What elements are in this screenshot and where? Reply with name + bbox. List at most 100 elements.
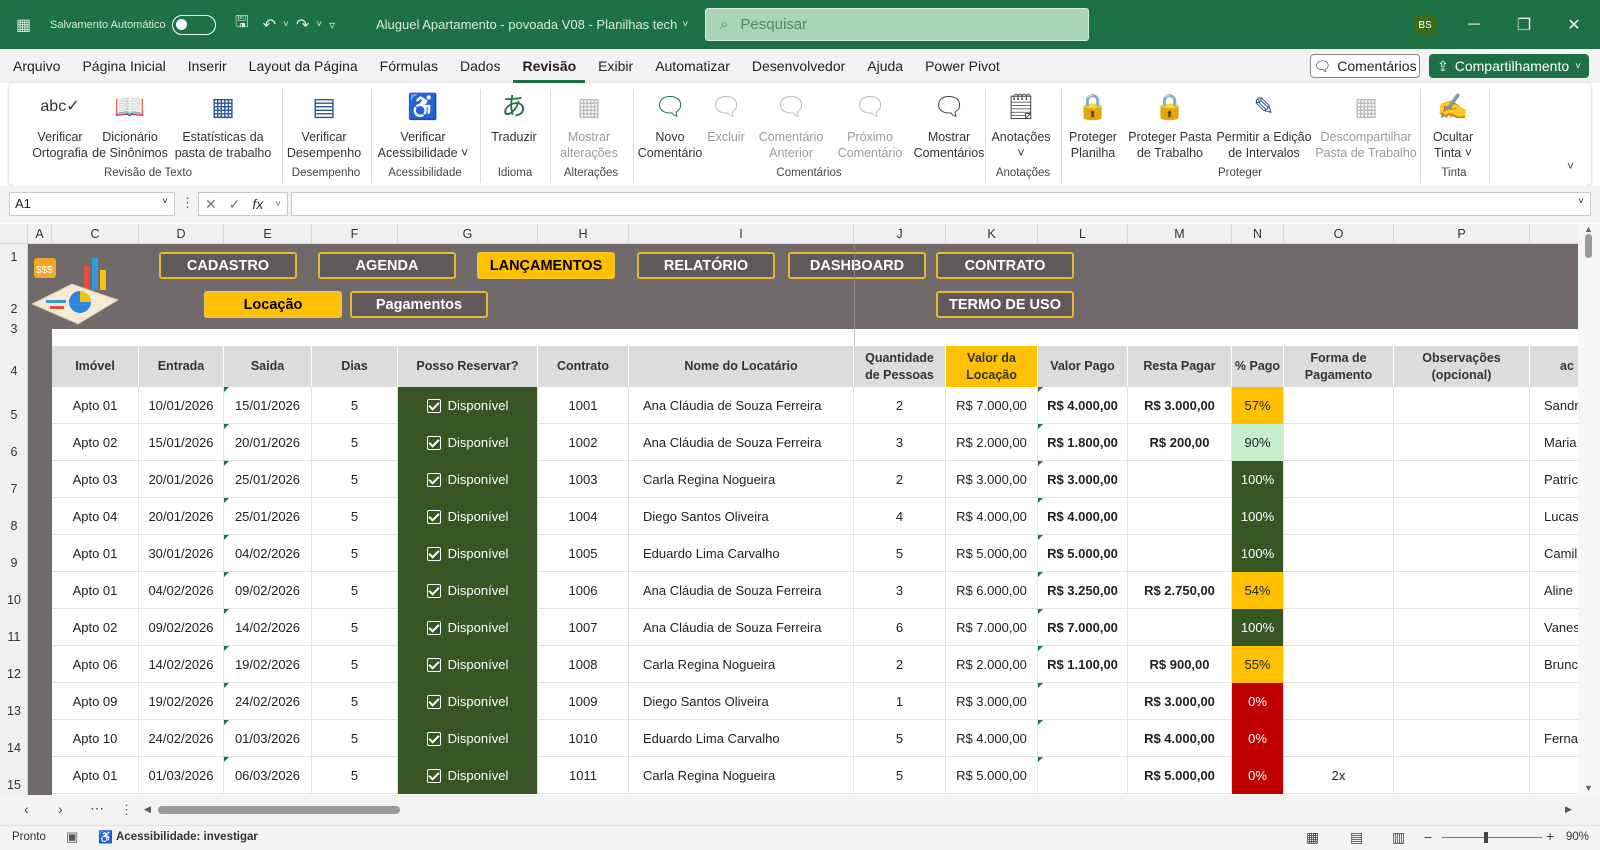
show-comments-button[interactable]: 🗨 Mostrar Comentários [907, 87, 991, 161]
cell-pessoas[interactable]: 1 [854, 683, 946, 720]
cell-reservar[interactable]: Disponível [398, 461, 538, 498]
cell-forma[interactable] [1284, 720, 1394, 757]
cell-reservar[interactable]: Disponível [398, 535, 538, 572]
col-header-p[interactable]: P [1394, 224, 1530, 244]
cell-pessoas[interactable]: 5 [854, 720, 946, 757]
split-handle-icon[interactable]: ⋮ [120, 802, 133, 818]
zoom-level[interactable]: 90% [1566, 831, 1589, 843]
cell-extra[interactable]: Vanes [1530, 609, 1578, 646]
cell-forma[interactable] [1284, 461, 1394, 498]
col-header-j[interactable]: J [854, 224, 946, 244]
cell-obs[interactable] [1394, 572, 1530, 609]
unshare-workbook-button[interactable]: ▦ Descompartilhar Pasta de Trabalho [1315, 87, 1417, 161]
cell-contrato[interactable]: 1007 [538, 609, 629, 646]
cell-resta[interactable]: R$ 4.000,00 [1128, 720, 1232, 757]
cell-pago[interactable]: R$ 4.000,00 [1038, 498, 1128, 535]
cell-pct[interactable]: 100% [1232, 498, 1284, 535]
zoom-in-icon[interactable]: + [1546, 828, 1554, 844]
zoom-slider[interactable] [1442, 837, 1542, 838]
cell-valor[interactable]: R$ 7.000,00 [946, 387, 1038, 424]
cell-pessoas[interactable]: 6 [854, 609, 946, 646]
delete-comment-button[interactable]: 🗨 Excluir [706, 87, 746, 145]
menu-desenvolvedor[interactable]: Desenvolvedor [743, 49, 854, 83]
page-layout-view-icon[interactable]: ▤ [1350, 829, 1363, 846]
cell-valor[interactable]: R$ 3.000,00 [946, 461, 1038, 498]
header-posso-reservar[interactable]: Posso Reservar? [398, 346, 538, 387]
cell-obs[interactable] [1394, 387, 1530, 424]
cell-nome[interactable]: Ana Cláudia de Souza Ferreira [629, 609, 854, 646]
cancel-icon[interactable]: ✕ [205, 196, 217, 213]
cell-imovel[interactable]: Apto 01 [52, 387, 139, 424]
cell-contrato[interactable]: 1010 [538, 720, 629, 757]
header-contrato[interactable]: Contrato [538, 346, 629, 387]
cell-valor[interactable]: R$ 4.000,00 [946, 720, 1038, 757]
cell-nome[interactable]: Ana Cláudia de Souza Ferreira [629, 387, 854, 424]
cell-resta[interactable] [1128, 535, 1232, 572]
sheet-next-icon[interactable]: › [58, 801, 63, 817]
cell-contrato[interactable]: 1009 [538, 683, 629, 720]
nav-agenda-button[interactable]: AGENDA [318, 252, 456, 279]
cell-pessoas[interactable]: 2 [854, 646, 946, 683]
cell-reservar[interactable]: Disponível [398, 757, 538, 794]
cell-extra[interactable] [1530, 683, 1578, 720]
scroll-left-icon[interactable]: ◀ [144, 804, 151, 815]
nav-dashboard-button[interactable]: DASHBOARD [788, 252, 926, 279]
cell-dias[interactable]: 5 [312, 720, 398, 757]
cell-valor[interactable]: R$ 4.000,00 [946, 498, 1038, 535]
cell-saida[interactable]: 15/01/2026 [224, 387, 312, 424]
more-options-icon[interactable]: ⋮ [181, 195, 194, 211]
cell-pessoas[interactable]: 2 [854, 387, 946, 424]
check-accessibility-button[interactable]: ♿ Verificar Acessibilidade ˅ [373, 87, 473, 161]
cell-saida[interactable]: 25/01/2026 [224, 461, 312, 498]
nav-locacao-button[interactable]: Locação [204, 291, 342, 318]
page-break-view-icon[interactable]: ▥ [1392, 829, 1405, 846]
cell-entrada[interactable]: 24/02/2026 [139, 720, 224, 757]
cell-valor[interactable]: R$ 2.000,00 [946, 646, 1038, 683]
cell-reservar[interactable]: Disponível [398, 646, 538, 683]
cell-imovel[interactable]: Apto 09 [52, 683, 139, 720]
col-header-m[interactable]: M [1128, 224, 1232, 244]
cell-reservar[interactable]: Disponível [398, 572, 538, 609]
accessibility-icon[interactable]: ♿ [98, 830, 113, 844]
cell-entrada[interactable]: 19/02/2026 [139, 683, 224, 720]
cell-reservar[interactable]: Disponível [398, 498, 538, 535]
cell-dias[interactable]: 5 [312, 609, 398, 646]
menu-formulas[interactable]: Fórmulas [371, 49, 447, 83]
cell-forma[interactable] [1284, 646, 1394, 683]
cell-imovel[interactable]: Apto 01 [52, 757, 139, 794]
row-header-14[interactable]: 14 [0, 741, 28, 755]
cell-contrato[interactable]: 1004 [538, 498, 629, 535]
cell-pessoas[interactable]: 5 [854, 535, 946, 572]
cell-saida[interactable]: 24/02/2026 [224, 683, 312, 720]
scroll-right-icon[interactable]: ▶ [1565, 804, 1572, 815]
cell-saida[interactable]: 01/03/2026 [224, 720, 312, 757]
cell-nome[interactable]: Carla Regina Nogueira [629, 757, 854, 794]
table-row[interactable]: Apto 01 10/01/2026 15/01/2026 5 Disponível 10… [52, 387, 1578, 424]
enter-icon[interactable]: ✓ [229, 196, 241, 213]
menu-inserir[interactable]: Inserir [179, 49, 236, 83]
zoom-out-icon[interactable]: − [1424, 829, 1432, 845]
show-changes-button[interactable]: ▦ Mostrar alterações [550, 87, 628, 161]
cell-dias[interactable]: 5 [312, 535, 398, 572]
menu-exibir[interactable]: Exibir [589, 49, 642, 83]
comments-button[interactable]: 🗨 Comentários [1310, 54, 1420, 78]
cell-imovel[interactable]: Apto 10 [52, 720, 139, 757]
cell-obs[interactable] [1394, 646, 1530, 683]
avatar[interactable]: BS [1413, 13, 1437, 37]
row-header-3[interactable]: 3 [0, 322, 28, 336]
protect-workbook-button[interactable]: 🔒 Proteger Pasta de Trabalho [1127, 87, 1213, 161]
header-forma-pagamento[interactable]: Forma de Pagamento [1284, 346, 1394, 387]
cell-obs[interactable] [1394, 609, 1530, 646]
cell-entrada[interactable]: 20/01/2026 [139, 461, 224, 498]
cell-forma[interactable] [1284, 572, 1394, 609]
cell-pessoas[interactable]: 3 [854, 424, 946, 461]
cell-pago[interactable] [1038, 757, 1128, 794]
header-observacoes[interactable]: Observações (opcional) [1394, 346, 1530, 387]
cell-entrada[interactable]: 20/01/2026 [139, 498, 224, 535]
cell-reservar[interactable]: Disponível [398, 609, 538, 646]
col-header-n[interactable]: N [1232, 224, 1284, 244]
cell-pago[interactable]: R$ 1.100,00 [1038, 646, 1128, 683]
cell-valor[interactable]: R$ 5.000,00 [946, 757, 1038, 794]
cell-dias[interactable]: 5 [312, 387, 398, 424]
customize-toolbar-icon[interactable]: ▿ [329, 18, 335, 32]
